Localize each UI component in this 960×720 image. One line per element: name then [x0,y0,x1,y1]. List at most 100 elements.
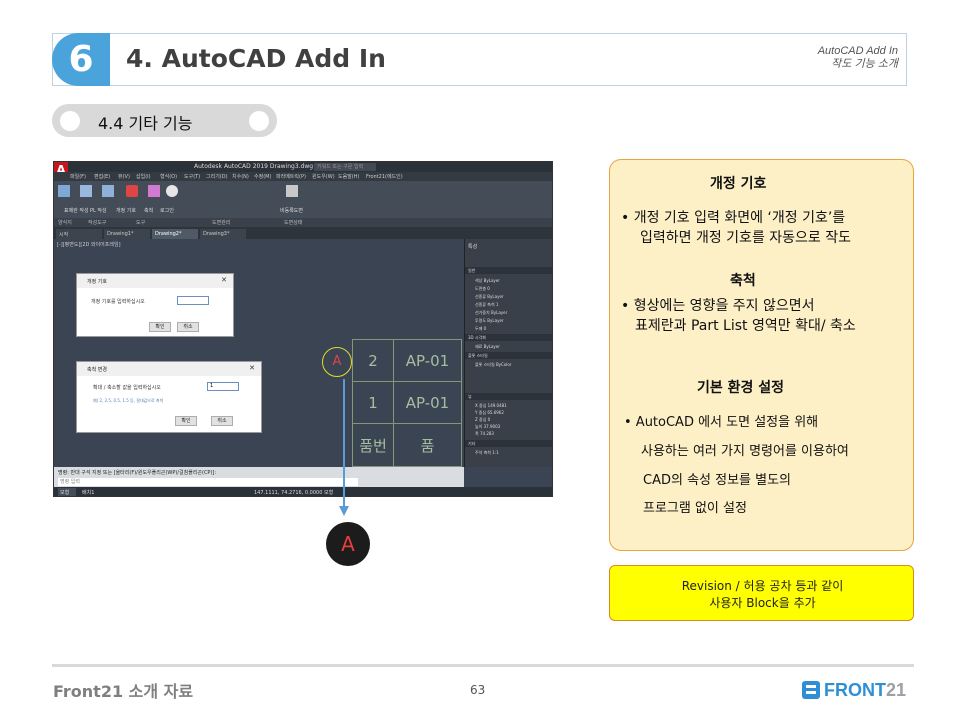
menu-bar: 파일(F) 편집(E) 뷰(V) 삽입(I) 형식(O) 도구(T) 그리기(D… [54,172,552,181]
header-subtitle: AutoCAD Add In 작도 기능 소개 [818,45,898,71]
props-row: 3D 시각화 [468,335,486,340]
ribbon-panel-tabs: 양식지 작성도구 도구 도면관리 도면상태 [54,218,552,227]
props-title: 특성 [468,244,478,250]
props-row: 재료 ByLayer [475,344,500,349]
menu-item[interactable]: 도움말(H) [338,173,359,180]
table-cell: AP-01 [393,381,462,424]
menu-item[interactable]: 파라메트릭(P) [276,173,306,180]
props-section-bar [465,393,552,400]
table-cell: 1 [352,381,394,424]
menu-item[interactable]: 편집(E) [94,173,110,180]
ribbon-label: 비등록도면 [280,208,304,214]
form-icon[interactable] [58,185,70,197]
ribbon-panel-label: 양식지 [58,220,72,226]
dialog-prompt: 확대 / 축소할 값을 입력하십시오 [93,385,161,391]
close-icon[interactable]: ✕ [249,364,255,372]
menu-item[interactable]: 삽입(I) [136,173,151,180]
table-cell: 품 [393,423,462,467]
parts-table: 2 AP-01 1 AP-01 품번 품 [352,339,462,467]
info-text: • 형상에는 영향을 주지 않으면서 [621,298,815,314]
menu-item[interactable]: 도구(T) [184,173,200,180]
dialog-hint: 예) 2, 2.5, 0.5, 1.5 등, 절대값으로 축척 [93,398,164,403]
revision-mark[interactable]: A [322,347,352,377]
cancel-button[interactable]: 취소 [177,322,199,332]
props-row: 두께 0 [475,326,487,331]
pill-dot-right [249,111,269,131]
section-label: 4.4 기타 기능 [98,114,193,133]
ribbon-label: PL 작성 [90,208,107,214]
properties-palette: 특성 일반 색상 ByLayer 도면층 0 선종류 ByLayer 선종류 축… [464,239,552,467]
dialog-title: 개정 기호 [87,279,107,285]
tab-model-label[interactable]: 모형 [60,489,69,496]
props-row: 색상 ByLayer [475,278,500,283]
tab-drawing1[interactable]: Drawing1* [104,229,150,239]
logo-text: FRONT [824,679,886,700]
ribbon-panel-label: 도면상태 [284,220,303,226]
footer-divider [52,664,914,667]
info-text: 프로그램 없이 설정 [643,501,747,516]
menu-item[interactable]: 그리기(D) [206,173,228,180]
tab-start[interactable]: 시작 [56,229,102,239]
header-subtitle-line2: 작도 기능 소개 [831,58,898,70]
scale-dialog: 축척 변경 ✕ 확대 / 축소할 값을 입력하십시오 1 예) 2, 2.5, … [76,361,262,433]
login-icon[interactable] [166,185,178,197]
close-icon[interactable]: ✕ [221,276,227,284]
menu-item[interactable]: Front21(에드인) [366,173,403,180]
ribbon-panel-label: 도구 [136,220,146,226]
table-cell: AP-01 [393,339,462,382]
scale-icon[interactable] [148,185,160,197]
revision-dialog: 개정 기호 ✕ 개정 기호를 입력하십시오 확인 취소 [76,273,234,337]
revision-icon[interactable] [126,185,138,197]
title-bar: Autodesk AutoCAD 2019 Drawing3.dwg 키워드 또… [54,162,552,172]
ribbon-label: 로그인 [160,208,174,214]
ok-button[interactable]: 확인 [175,416,197,426]
pill-dot-left [60,111,80,131]
info-text: CAD의 속성 정보를 별도의 [643,473,792,488]
props-section-bar [465,440,552,447]
viewport-label[interactable]: [-][평면도][2D 와이어프레임] [57,241,121,248]
menu-item[interactable]: 뷰(V) [118,173,130,180]
menu-item[interactable]: 수정(M) [254,173,271,180]
dialog-body: 확대 / 축소할 값을 입력하십시오 1 예) 2, 2.5, 0.5, 1.5… [77,376,261,432]
ribbon-label: 표제란 작성 [64,208,89,214]
ribbon-panel-label: 도면관리 [212,220,231,226]
props-row: 뷰 [468,394,472,399]
menu-item[interactable]: 파일(F) [70,173,86,180]
props-row: 도면층 0 [475,286,490,291]
status-bar: 모형 배치1 147.1111, 74.2716, 0.0000 모형 [54,487,552,496]
cancel-button[interactable]: 취소 [211,416,233,426]
chapter-number: 6 [52,33,110,86]
parts-list-icon[interactable] [102,185,114,197]
heading-environment: 기본 환경 설정 [697,380,785,396]
props-row: Z 중심 0 [475,417,491,422]
revision-input[interactable] [177,296,209,305]
heading-scale: 축척 [730,273,756,289]
tab-drawing2[interactable]: Drawing2* [152,229,198,239]
table-cell: 품번 [352,423,394,467]
title-block-icon[interactable] [80,185,92,197]
arrow-down-icon [339,506,349,516]
props-row: 선종류 ByLayer [475,294,504,299]
command-input[interactable]: 명령 입력 [58,478,358,486]
tab-drawing3[interactable]: Drawing3* [200,229,246,239]
drawing-canvas[interactable]: [-][평면도][2D 와이어프레임] 2 AP-01 1 AP-01 품번 품… [54,239,462,467]
ribbon-label: 축척 [144,208,154,214]
footer-title: Front21 소개 자료 [53,682,194,701]
info-text: • 개정 기호 입력 화면에 ‘개정 기호’를 [621,210,846,226]
tab-layout1[interactable]: 배치1 [82,489,94,496]
props-section-bar [465,267,552,274]
search-input[interactable]: 키워드 또는 구문 입력 [314,163,376,171]
info-text: 표제란과 Part List 영역만 확대/ 축소 [635,318,856,334]
scale-input[interactable]: 1 [207,382,239,391]
ok-button[interactable]: 확인 [149,322,171,332]
props-row: 선가중치 ByLayer [475,310,508,315]
menu-item[interactable]: 치수(N) [232,173,249,180]
menu-item[interactable]: 형식(O) [160,173,177,180]
props-row: 선종류 축척 1 [475,302,499,307]
unregistered-icon[interactable] [286,185,298,197]
menu-item[interactable]: 윈도우(W) [312,173,335,180]
command-history: 명령: 반대 구석 지정 또는 [울타리(F)/윈도우폴리곤(WP)/걸침폴리곤… [58,470,217,476]
props-row: 플롯 스타일 ByColor [475,362,512,367]
props-row: X 중심 149.0481 [475,403,507,408]
heading-revision: 개정 기호 [710,176,767,192]
